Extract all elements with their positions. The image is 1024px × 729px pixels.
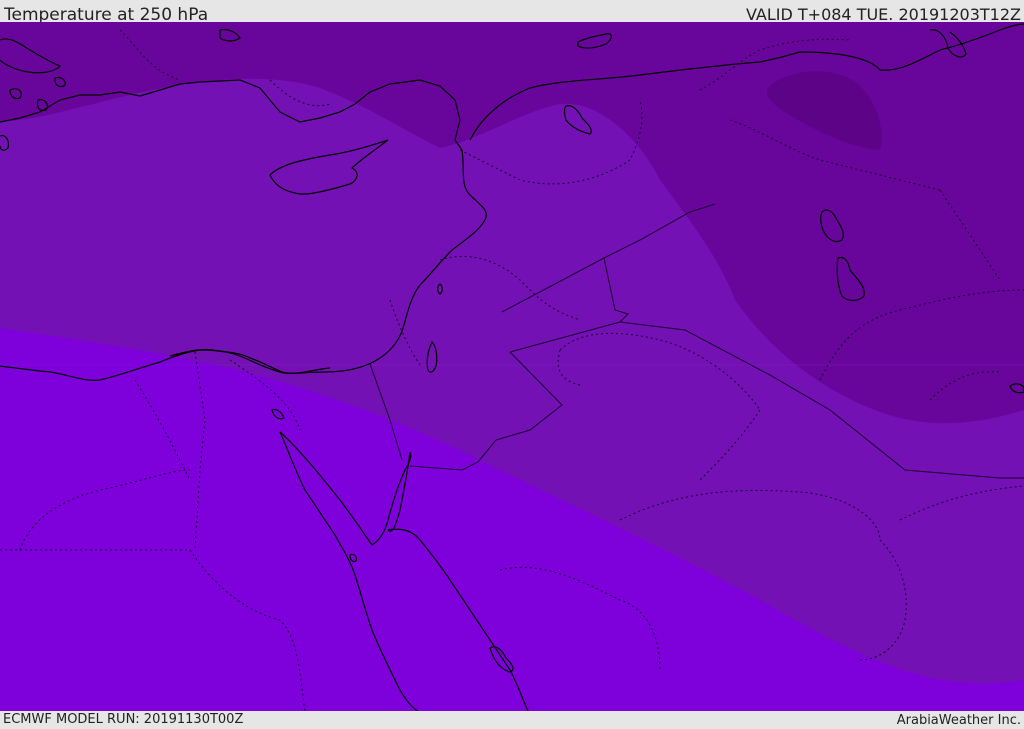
header-bar: Temperature at 250 hPa VALID T+084 TUE. … xyxy=(0,0,1024,25)
model-run-label: ECMWF MODEL RUN: 20191130T00Z xyxy=(3,712,244,727)
temperature-map xyxy=(0,22,1024,711)
credit-label: ArabiaWeather Inc. xyxy=(896,713,1021,728)
